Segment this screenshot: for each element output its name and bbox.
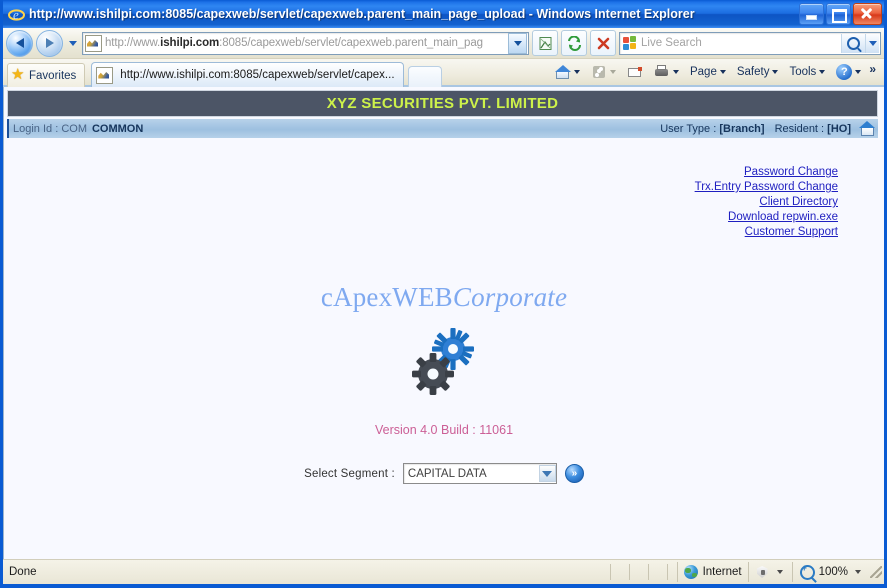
search-provider-dropdown-icon[interactable] (865, 33, 879, 53)
resident-label: Resident : (774, 122, 825, 135)
address-prefix: http://www. (105, 37, 161, 49)
segment-go-button[interactable]: » (564, 464, 584, 483)
site-favicon (85, 34, 102, 52)
quick-links: Password Change Trx.Entry Password Chang… (4, 166, 838, 238)
address-domain: ishilpi.com (160, 37, 220, 49)
svg-text:e: e (13, 7, 19, 22)
user-type: User Type : [Branch] (660, 123, 764, 135)
page-content: XYZ SECURITIES PVT. LIMITED Login Id : C… (3, 87, 884, 559)
favorites-button[interactable]: Favorites (7, 63, 86, 87)
tab-bar: Favorites http://www.ishilpi.com:8085/ca… (3, 59, 884, 87)
help-menu-button[interactable]: ? (831, 60, 866, 84)
link-trx-entry-password-change[interactable]: Trx.Entry Password Change (695, 181, 838, 193)
stop-button[interactable] (590, 30, 616, 56)
window-title: http://www.ishilpi.com:8085/capexweb/ser… (29, 7, 695, 21)
version-text: Version 4.0 Build : 11061 (374, 423, 514, 437)
read-mail-button[interactable] (622, 60, 648, 84)
close-button[interactable] (853, 3, 882, 25)
feeds-button[interactable] (586, 60, 621, 84)
favorites-label: Favorites (29, 69, 77, 82)
status-text: Done (9, 566, 37, 578)
protected-mode-indicator[interactable] (747, 562, 792, 582)
search-input[interactable]: Live Search (641, 37, 841, 49)
address-text: http://www.ishilpi.com:8085/capexweb/ser… (105, 37, 508, 49)
safety-menu-button[interactable]: Safety (732, 60, 784, 84)
tab-label: http://www.ishilpi.com:8085/capexweb/ser… (120, 69, 395, 81)
brand-primary: cApexWEB (320, 282, 453, 312)
forward-button[interactable] (36, 29, 63, 57)
segment-label: Select Segment : (304, 467, 395, 480)
login-id-value: COMMON (91, 122, 144, 135)
page-menu-label: Page (689, 66, 717, 78)
print-button[interactable] (649, 60, 684, 84)
user-info: User Type : [Branch] Resident : [HO] (660, 123, 851, 135)
resident-value: [HO] (827, 122, 851, 135)
segment-select[interactable]: CAPITAL DATA (402, 463, 557, 484)
minimize-button[interactable] (799, 3, 824, 25)
user-type-value: [Branch] (719, 122, 765, 135)
browser-window: e http://www.ishilpi.com:8085/capexweb/s… (0, 0, 887, 588)
globe-icon (683, 565, 698, 579)
tab-favicon (96, 66, 114, 84)
session-info-bar: Login Id : COM COMMON User Type : [Branc… (7, 119, 878, 138)
company-banner: XYZ SECURITIES PVT. LIMITED (7, 90, 878, 117)
segment-value: CAPITAL DATA (407, 467, 487, 480)
resident: Resident : [HO] (775, 123, 851, 135)
brand-secondary: Corporate (452, 282, 568, 312)
home-icon (554, 64, 571, 80)
link-password-change[interactable]: Password Change (744, 166, 838, 178)
recent-pages-button[interactable] (66, 40, 79, 46)
main-content: cApexWEBCorporate Version 4.0 Build: 11… (4, 238, 884, 559)
product-brand: cApexWEBCorporate (321, 282, 567, 313)
new-tab-button[interactable] (407, 66, 442, 87)
status-bar: Done Internet 100% (3, 559, 884, 584)
resize-grip[interactable] (870, 566, 882, 578)
link-client-directory[interactable]: Client Directory (759, 196, 838, 208)
shield-icon (755, 565, 770, 579)
zone-label: Internet (702, 566, 742, 578)
search-submit-icon[interactable] (841, 33, 865, 53)
maximize-button[interactable] (826, 3, 851, 25)
zoom-control[interactable]: 100% (791, 562, 867, 582)
zoom-icon (799, 563, 815, 580)
mail-icon (627, 64, 643, 80)
browser-tab[interactable]: http://www.ishilpi.com:8085/capexweb/ser… (91, 62, 404, 87)
address-suffix: :8085/capexweb/servlet/capexweb.parent_m… (219, 37, 483, 49)
user-type-label: User Type : (660, 122, 717, 135)
ie-logo-icon: e (8, 6, 25, 23)
home-button[interactable] (550, 60, 585, 84)
command-overflow-button[interactable]: » (867, 63, 880, 81)
page-menu-button[interactable]: Page (685, 60, 731, 84)
search-box[interactable]: Live Search (619, 31, 881, 55)
search-provider-icon (623, 36, 637, 50)
print-icon (654, 64, 670, 80)
back-button[interactable] (6, 29, 33, 57)
link-download-repwin[interactable]: Download repwin.exe (728, 211, 838, 223)
feed-icon (591, 64, 607, 80)
login-id-label: Login Id : COM (13, 122, 87, 135)
tools-menu-button[interactable]: Tools (784, 60, 830, 84)
safety-menu-label: Safety (736, 66, 770, 78)
segment-selector-row: Select Segment : CAPITAL DATA » (304, 463, 584, 484)
address-dropdown-icon[interactable] (508, 32, 527, 54)
login-info: Login Id : COM COMMON (13, 123, 143, 135)
company-name: XYZ SECURITIES PVT. LIMITED (326, 95, 559, 112)
help-icon: ? (836, 64, 853, 80)
chevron-down-icon[interactable] (538, 465, 556, 482)
tools-menu-label: Tools (789, 66, 817, 78)
command-bar: Page Safety Tools ? » (550, 59, 880, 87)
window-controls (799, 3, 882, 25)
title-bar: e http://www.ishilpi.com:8085/capexweb/s… (3, 0, 884, 28)
home-icon[interactable] (859, 120, 876, 137)
gears-icon (403, 327, 485, 399)
address-bar[interactable]: http://www.ishilpi.com:8085/capexweb/ser… (82, 31, 529, 55)
link-customer-support[interactable]: Customer Support (745, 226, 838, 238)
zoom-level: 100% (818, 566, 848, 578)
refresh-button[interactable] (561, 30, 587, 56)
star-icon (11, 65, 25, 83)
compatibility-view-button[interactable] (532, 30, 558, 56)
navigation-bar: http://www.ishilpi.com:8085/capexweb/ser… (3, 28, 884, 59)
security-zone[interactable]: Internet (676, 562, 748, 582)
